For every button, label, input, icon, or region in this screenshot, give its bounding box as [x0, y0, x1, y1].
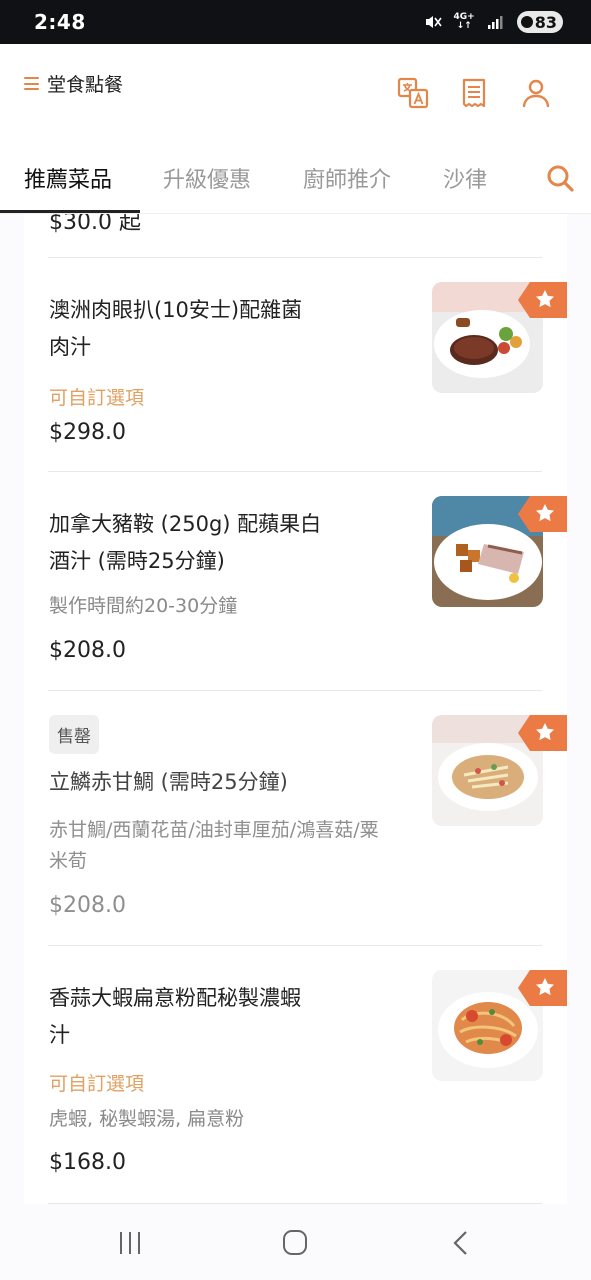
item-price: $208.0	[49, 638, 126, 663]
item-description: 赤甘鯛/西蘭花苗/油封車厘茄/鴻喜菇/粟 米荀	[49, 819, 379, 872]
sold-out-badge: 售罄	[49, 715, 99, 754]
back-icon	[453, 1231, 467, 1255]
status-icons: 4G+ ↓↑ 83	[424, 11, 563, 33]
tab-chef-recommends[interactable]: 廚師推介	[303, 162, 391, 194]
search-button[interactable]	[544, 162, 576, 194]
tab-salad[interactable]: 沙律	[443, 162, 487, 194]
status-time: 2:48	[34, 10, 86, 34]
signal-icon	[487, 16, 503, 29]
customizable-label: 可自訂選項	[49, 1073, 145, 1095]
category-tabs: 推薦菜品 升級優惠 廚師推介 沙律	[0, 142, 591, 214]
star-icon	[518, 282, 567, 318]
receipt-icon	[462, 78, 486, 108]
recent-apps-icon	[120, 1232, 140, 1254]
item-price: $168.0	[49, 1150, 126, 1175]
item-name: 澳洲肉眼扒(10安士)配雜菌 肉汁	[49, 298, 303, 359]
item-name: 加拿大豬鞍 (250g) 配蘋果白 酒汁 (需時25分鐘)	[49, 512, 322, 573]
back-button[interactable]	[448, 1230, 478, 1256]
account-button[interactable]	[519, 76, 553, 110]
system-nav-bar	[0, 1204, 591, 1280]
user-icon	[522, 79, 550, 108]
home-button[interactable]	[281, 1230, 311, 1256]
menu-button[interactable]: 堂食點餐	[24, 70, 123, 97]
search-icon	[547, 165, 574, 192]
network-indicator: 4G+ ↓↑	[453, 12, 475, 31]
star-icon	[518, 496, 567, 532]
battery-saver-icon	[520, 16, 533, 28]
item-description: 製作時間約20-30分鐘	[49, 595, 238, 617]
translate-icon	[397, 77, 429, 109]
item-name: 立鱗赤甘鯛 (需時25分鐘)	[49, 770, 288, 794]
star-icon	[518, 970, 567, 1006]
menu-icon	[24, 77, 39, 90]
active-tab-indicator	[0, 210, 140, 213]
tab-upgrade-offers[interactable]: 升級優惠	[163, 162, 251, 194]
menu-item-pork-rack[interactable]: 加拿大豬鞍 (250g) 配蘋果白 酒汁 (需時25分鐘) 製作時間約20-30…	[24, 472, 567, 690]
mute-icon	[425, 16, 442, 28]
menu-list: $30.0 起 澳洲肉眼扒(10安士)配雜菌 肉汁 可自訂選項 $298.0 加…	[24, 214, 567, 1204]
battery-indicator: 83	[516, 11, 563, 33]
recommended-badge	[518, 715, 567, 751]
app-header: 堂食點餐	[0, 44, 591, 142]
menu-item-prawn-linguine[interactable]: 香蒜大蝦扁意粉配秘製濃蝦 汁 可自訂選項 虎蝦, 秘製蝦湯, 扁意粉 $168.…	[24, 946, 567, 1204]
app-screen: 2:48 4G+ ↓↑ 83 堂食點餐 推薦菜品 升級優惠 廚師推介 沙律 $3…	[0, 0, 591, 1280]
item-price: $208.0	[49, 893, 126, 918]
partial-item-price: $30.0 起	[49, 214, 141, 235]
menu-item-red-snapper[interactable]: 售罄 立鱗赤甘鯛 (需時25分鐘) 赤甘鯛/西蘭花苗/油封車厘茄/鴻喜菇/粟 米…	[24, 691, 567, 945]
page-title: 堂食點餐	[47, 74, 124, 96]
receipt-button[interactable]	[457, 76, 491, 110]
status-bar: 2:48 4G+ ↓↑ 83	[0, 0, 591, 44]
item-description: 虎蝦, 秘製蝦湯, 扁意粉	[49, 1108, 245, 1130]
item-price: $298.0	[49, 420, 126, 445]
translate-button[interactable]	[396, 76, 430, 110]
recommended-badge	[518, 496, 567, 532]
item-name: 香蒜大蝦扁意粉配秘製濃蝦 汁	[49, 986, 301, 1047]
recommended-badge	[518, 970, 567, 1006]
star-icon	[518, 715, 567, 751]
recent-apps-button[interactable]	[116, 1230, 146, 1256]
customizable-label: 可自訂選項	[49, 387, 145, 409]
menu-item-ribeye[interactable]: 澳洲肉眼扒(10安士)配雜菌 肉汁 可自訂選項 $298.0	[24, 258, 567, 472]
tab-recommended[interactable]: 推薦菜品	[24, 162, 112, 194]
home-icon	[283, 1230, 307, 1255]
recommended-badge	[518, 282, 567, 318]
